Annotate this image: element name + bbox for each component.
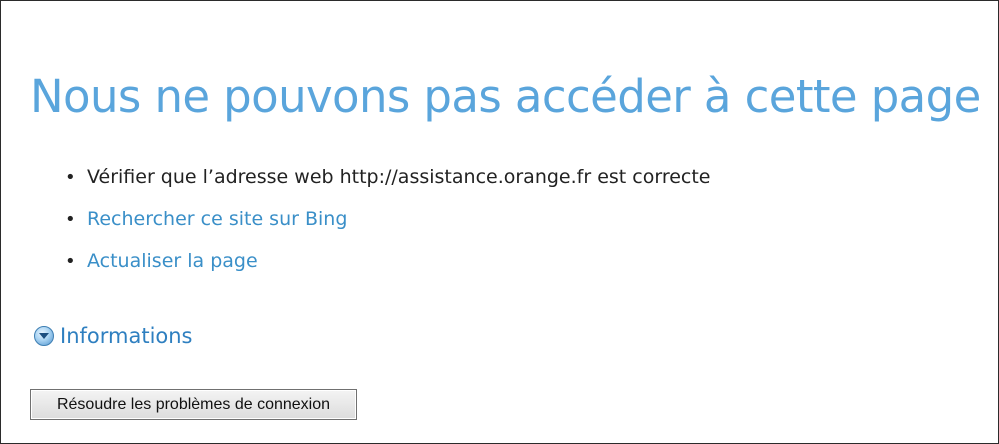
list-item: • Actualiser la page bbox=[65, 245, 710, 287]
list-item: • Vérifier que l’adresse web http://assis… bbox=[65, 161, 710, 203]
details-label[interactable]: Informations bbox=[60, 321, 193, 351]
troubleshoot-connection-button[interactable]: Résoudre les problèmes de connexion bbox=[30, 389, 357, 420]
suggestion-list: • Vérifier que l’adresse web http://assis… bbox=[65, 161, 710, 287]
bullet-icon: • bbox=[65, 167, 76, 188]
list-item: • Rechercher ce site sur Bing bbox=[65, 203, 710, 245]
error-page: Nous ne pouvons pas accéder à cette page… bbox=[0, 0, 999, 444]
bullet-icon: • bbox=[65, 251, 76, 272]
chevron-down-circle-icon[interactable] bbox=[34, 326, 54, 346]
check-address-text: Vérifier que l’adresse web http://assist… bbox=[87, 166, 711, 188]
search-bing-link[interactable]: Rechercher ce site sur Bing bbox=[87, 208, 347, 230]
page-title: Nous ne pouvons pas accéder à cette page bbox=[30, 70, 981, 123]
bullet-icon: • bbox=[65, 209, 76, 230]
refresh-page-link[interactable]: Actualiser la page bbox=[87, 250, 258, 272]
chevron-down-icon bbox=[39, 333, 49, 339]
details-toggle[interactable]: Informations bbox=[34, 319, 193, 353]
